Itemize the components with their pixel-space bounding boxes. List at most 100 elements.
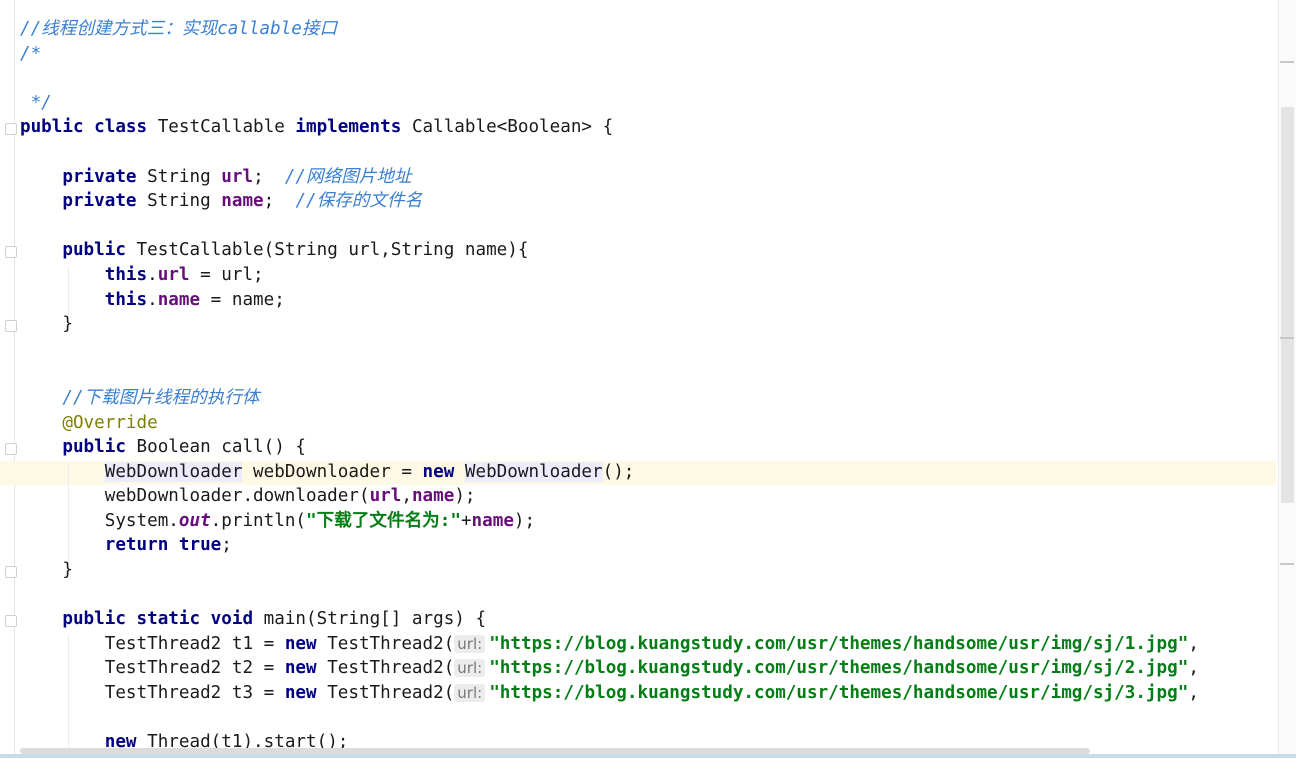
code-editor[interactable]: //线程创建方式三：实现callable接口 /* */public class … [0, 0, 1296, 758]
code-text-area[interactable]: //线程创建方式三：实现callable接口 /* */public class … [20, 17, 1199, 755]
code-line[interactable]: TestThread2 t2 = new TestThread2(url: "ht… [20, 656, 1199, 681]
code-line[interactable]: public class TestCallable implements Cal… [20, 115, 1199, 140]
keyword-token: return true [104, 535, 222, 556]
class-reference-token: WebDownloader [104, 461, 243, 482]
code-token: = name; [200, 289, 285, 310]
code-line[interactable] [20, 361, 1199, 386]
vertical-scrollbar[interactable] [1278, 0, 1296, 758]
code-token: + [460, 510, 472, 531]
field-token: name [471, 510, 514, 531]
code-line[interactable]: } [20, 558, 1199, 583]
code-token: ; [221, 535, 232, 556]
code-token: , [1188, 633, 1199, 654]
parameter-hint: url: [454, 684, 486, 703]
code-token: System. [20, 510, 179, 531]
fold-marker-icon[interactable] [5, 615, 17, 627]
window-bottom-edge [0, 754, 1296, 758]
scrollbar-thumb[interactable] [1281, 107, 1294, 503]
code-token: } [20, 560, 73, 581]
keyword-token: new [284, 683, 328, 704]
code-token: ); [454, 486, 476, 507]
code-line[interactable] [20, 214, 1199, 239]
parameter-hint: url: [454, 634, 486, 653]
fold-marker-icon[interactable] [5, 123, 17, 135]
code-line[interactable]: webDownloader.downloader(url,name); [20, 484, 1199, 509]
code-line[interactable]: /* [20, 42, 1199, 67]
code-token: webDownloader = [242, 461, 423, 482]
code-line[interactable]: } [20, 312, 1199, 337]
code-token: } [20, 314, 73, 335]
code-token: TestThread2 t2 = [20, 658, 285, 679]
code-token: ; [263, 191, 296, 212]
code-line[interactable] [20, 583, 1199, 608]
keyword-token: new [422, 461, 465, 482]
code-line[interactable]: //线程创建方式三：实现callable接口 [20, 17, 1199, 42]
code-line[interactable]: private String url; //网络图片地址 [20, 165, 1199, 190]
keyword-token: new [284, 633, 328, 654]
field-token: url [369, 486, 402, 507]
fold-marker-icon[interactable] [5, 246, 17, 258]
code-token: main(String[] args) { [263, 609, 487, 630]
field-token: url [157, 264, 190, 285]
keyword-token: this [104, 264, 148, 285]
field-token: url [221, 166, 254, 187]
code-token: = url; [189, 264, 264, 285]
code-line[interactable]: */ [20, 91, 1199, 116]
code-line[interactable] [20, 706, 1199, 731]
keyword-token: this [104, 289, 148, 310]
comment-token: //保存的文件名 [295, 191, 423, 212]
field-token: name [157, 289, 201, 310]
class-reference-token: WebDownloader [464, 461, 603, 482]
code-line[interactable]: return true; [20, 533, 1199, 558]
string-literal: "下载了文件名为:" [306, 510, 461, 531]
field-token: name [221, 191, 264, 212]
keyword-token: public class [20, 117, 158, 138]
code-line[interactable] [20, 337, 1199, 362]
scroll-marker [1280, 61, 1294, 63]
string-literal: "https://blog.kuangstudy.com/usr/themes/… [489, 658, 1189, 679]
code-token: ); [513, 510, 536, 531]
fold-marker-icon[interactable] [5, 320, 17, 332]
code-line[interactable]: this.name = name; [20, 288, 1199, 313]
code-line[interactable]: @Override [20, 411, 1199, 436]
fold-marker-icon[interactable] [5, 443, 17, 455]
code-token: TestThread2 t3 = [20, 683, 285, 704]
comment-token: */ [20, 92, 52, 113]
code-line[interactable] [20, 66, 1199, 91]
keyword-token: implements [295, 117, 412, 138]
code-token: Boolean call() { [136, 437, 307, 458]
code-line[interactable]: this.url = url; [20, 263, 1199, 288]
keyword-token: private [62, 166, 148, 187]
fold-marker-icon[interactable] [5, 566, 17, 578]
code-token: String [147, 191, 222, 212]
scroll-marker [1280, 337, 1294, 339]
comment-token: /* [20, 43, 42, 64]
code-line[interactable]: TestThread2 t1 = new TestThread2(url: "ht… [20, 632, 1199, 657]
code-token: , [401, 486, 412, 507]
comment-token: //网络图片地址 [284, 166, 412, 187]
annotation-token: @Override [62, 412, 158, 433]
code-line[interactable] [20, 140, 1199, 165]
code-line[interactable]: WebDownloader webDownloader = new WebDow… [20, 460, 1199, 485]
code-token: . [147, 264, 158, 285]
code-token: TestThread2 t1 = [20, 633, 285, 654]
code-line[interactable]: public static void main(String[] args) { [20, 607, 1199, 632]
code-line[interactable]: TestThread2 t3 = new TestThread2(url: "ht… [20, 681, 1199, 706]
code-token: TestThread2( [327, 658, 455, 679]
code-line[interactable]: System.out.println("下载了文件名为:"+name); [20, 509, 1199, 534]
code-line[interactable]: public Boolean call() { [20, 435, 1199, 460]
code-line[interactable]: //下载图片线程的执行体 [20, 386, 1199, 411]
code-line[interactable]: private String name; //保存的文件名 [20, 189, 1199, 214]
code-token: TestCallable [157, 117, 296, 138]
code-token: Callable<Boolean> { [411, 117, 614, 138]
code-line[interactable]: public TestCallable(String url,String na… [20, 238, 1199, 263]
editor-gutter[interactable] [0, 0, 17, 758]
